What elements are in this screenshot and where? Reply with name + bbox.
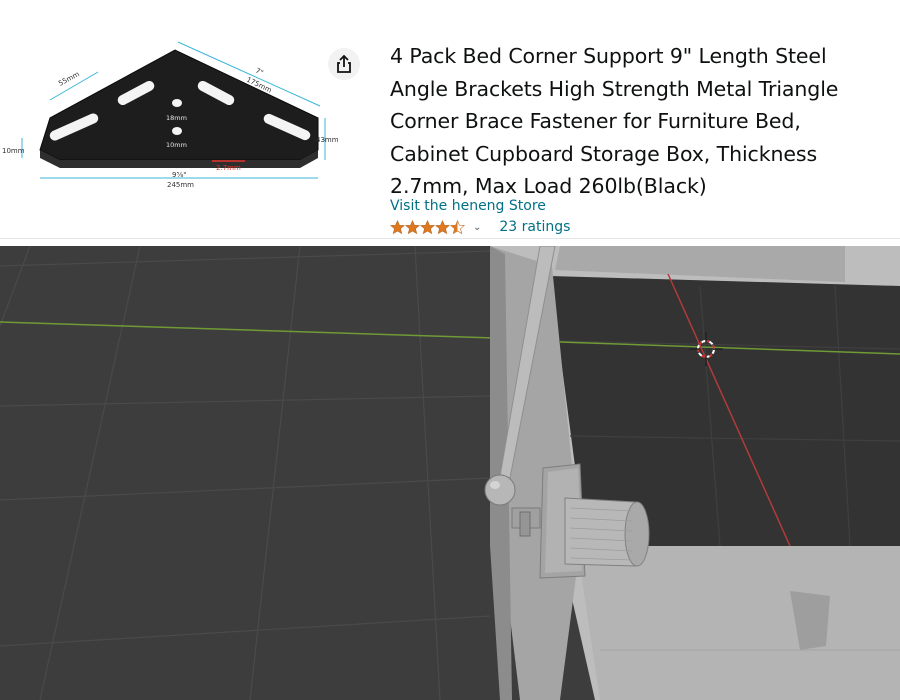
store-link[interactable]: Visit the heneng Store [390, 198, 546, 214]
ball-joint [484, 474, 516, 506]
dim-label-10mm-hole: 10mm [166, 141, 187, 149]
product-title: 4 Pack Bed Corner Support 9" Length Stee… [390, 44, 839, 198]
dim-label-length-mm: 245mm [167, 181, 194, 189]
star-rating[interactable] [390, 219, 465, 235]
shaft-pin [519, 511, 531, 537]
dim-label-7in: 7" [254, 67, 264, 78]
share-button[interactable] [328, 48, 360, 80]
chevron-down-icon[interactable]: ⌄ [473, 222, 481, 233]
motor-end-cap [624, 501, 650, 567]
product-panel: 7" 175mm 55mm 18mm 10mm 10mm 43mm 2.7mm … [0, 0, 900, 246]
product-image[interactable]: 7" 175mm 55mm 18mm 10mm 10mm 43mm 2.7mm … [0, 30, 345, 205]
bracket-hole-bottom [172, 127, 182, 135]
viewport-scene[interactable] [0, 246, 900, 700]
divider [0, 238, 900, 239]
bracket-hole-top [172, 99, 182, 107]
share-icon [337, 54, 351, 73]
rating-row: ⌄ 23 ratings [390, 218, 570, 236]
star-icon [420, 219, 435, 234]
dim-label-55mm: 55mm [57, 70, 81, 88]
dim-label-43mm: 43mm [316, 136, 339, 144]
dim-label-length-in: 9⅝" [172, 171, 186, 179]
star-half-icon [450, 219, 465, 234]
star-icon [435, 219, 450, 234]
dim-label-18mm: 18mm [166, 114, 187, 122]
star-icon [390, 219, 405, 234]
star-icon [405, 219, 420, 234]
dim-label-thickness: 2.7mm [216, 164, 241, 172]
dim-label-10mm-left: 10mm [2, 147, 25, 155]
shelf-front [580, 546, 900, 700]
ratings-count-link[interactable]: 23 ratings [499, 219, 570, 235]
3d-viewport[interactable] [0, 246, 900, 700]
